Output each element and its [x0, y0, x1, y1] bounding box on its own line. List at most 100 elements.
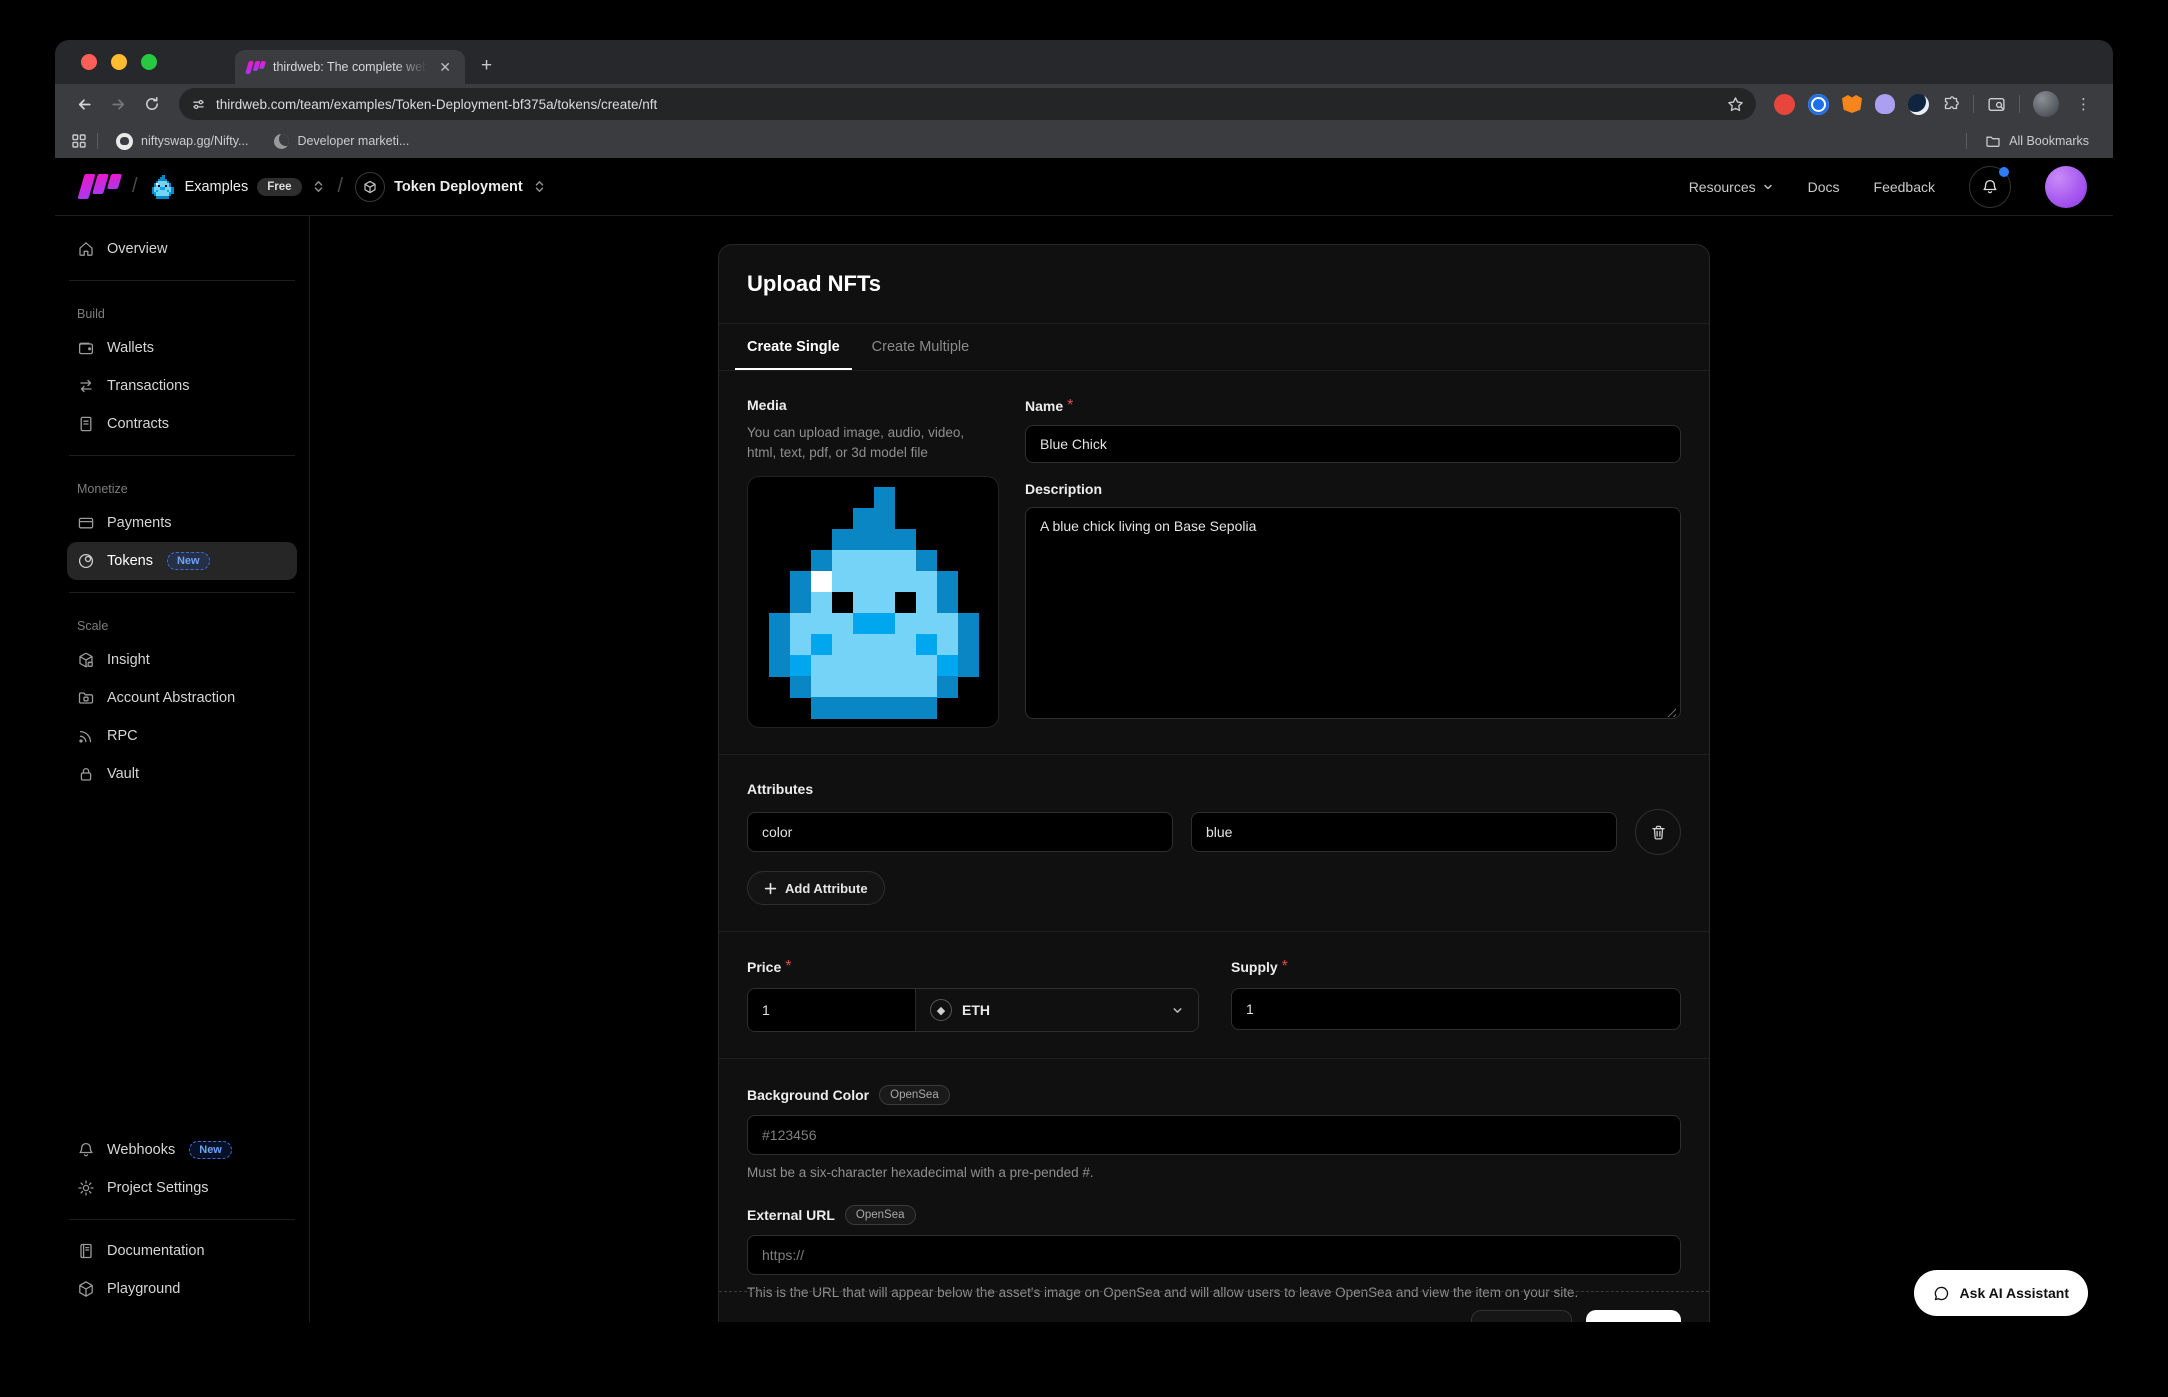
- sidebar: Overview Build Wallets Transactions Cont…: [55, 216, 310, 1322]
- home-icon: [77, 240, 95, 258]
- price-group: ◆ ETH: [747, 988, 1199, 1032]
- notifications-button[interactable]: [1969, 166, 2011, 208]
- breadcrumb-separator: /: [338, 175, 344, 198]
- form-footer: Back Next: [719, 1291, 1709, 1322]
- next-button[interactable]: Next: [1586, 1310, 1681, 1322]
- price-label: Price: [747, 959, 781, 975]
- bookmark-niftyswap[interactable]: niftyswap.gg/Nifty...: [108, 130, 256, 153]
- phantom-icon[interactable]: [1875, 94, 1895, 114]
- attributes-label: Attributes: [747, 781, 1681, 797]
- sidebar-item-insight[interactable]: Insight: [67, 641, 297, 679]
- external-url-label: External URL: [747, 1207, 835, 1223]
- sidebar-item-tokens[interactable]: Tokens New: [67, 542, 297, 580]
- bookmarks-divider: [1966, 133, 1967, 149]
- browser-profile-avatar[interactable]: [2033, 91, 2059, 117]
- nft-pixel-art: [748, 487, 999, 718]
- currency-select[interactable]: ◆ ETH: [916, 989, 1198, 1031]
- sidebar-item-transactions[interactable]: Transactions: [67, 367, 297, 405]
- apps-grid-icon[interactable]: [71, 133, 87, 149]
- side-search-icon[interactable]: [1987, 95, 2006, 114]
- sidebar-item-documentation[interactable]: Documentation: [67, 1232, 297, 1270]
- all-bookmarks-button[interactable]: All Bookmarks: [1977, 130, 2097, 152]
- sidebar-divider: [69, 280, 295, 281]
- bookmark-star-icon[interactable]: [1727, 96, 1744, 113]
- project-switcher-icon[interactable]: [532, 179, 547, 194]
- cube-icon: [77, 1280, 95, 1298]
- insight-cube-icon: [77, 651, 95, 669]
- folder-icon: [1985, 133, 2001, 149]
- new-badge: New: [167, 552, 210, 570]
- add-attribute-button[interactable]: Add Attribute: [747, 871, 885, 905]
- delete-attribute-button[interactable]: [1635, 809, 1681, 855]
- opensea-section: Background Color OpenSea Must be a six-c…: [719, 1059, 1709, 1322]
- maximize-window-button[interactable]: [141, 54, 157, 70]
- credit-card-icon: [77, 514, 95, 532]
- sidebar-item-webhooks[interactable]: Webhooks New: [67, 1131, 297, 1169]
- description-textarea[interactable]: A blue chick living on Base Sepolia: [1025, 507, 1681, 719]
- back-icon[interactable]: [69, 89, 99, 119]
- trash-icon: [1650, 824, 1667, 841]
- project-icon: [355, 172, 385, 202]
- attribute-name-input[interactable]: [747, 812, 1173, 852]
- price-supply-section: Price * ◆ ETH: [719, 932, 1709, 1059]
- name-input[interactable]: [1025, 425, 1681, 463]
- opensea-badge: OpenSea: [845, 1205, 916, 1225]
- minimize-window-button[interactable]: [111, 54, 127, 70]
- account-avatar[interactable]: [2045, 166, 2087, 208]
- url-bar[interactable]: thirdweb.com/team/examples/Token-Deploym…: [179, 88, 1756, 120]
- bookmark-developer-marketing[interactable]: Developer marketi...: [266, 131, 417, 152]
- media-upload-preview[interactable]: [747, 476, 999, 728]
- new-tab-button[interactable]: +: [481, 55, 492, 77]
- browser-toolbar: thirdweb.com/team/examples/Token-Deploym…: [55, 84, 2113, 124]
- description-label: Description: [1025, 481, 1681, 497]
- sidebar-item-playground[interactable]: Playground: [67, 1270, 297, 1308]
- chrome-menu-icon[interactable]: ⋮: [2072, 95, 2095, 113]
- back-button[interactable]: Back: [1471, 1310, 1572, 1322]
- supply-input[interactable]: [1231, 988, 1681, 1030]
- browser-window: thirdweb: The complete web3 ✕ + thirdweb…: [55, 40, 2113, 1322]
- plan-badge: Free: [257, 178, 301, 196]
- wallet-icon: [77, 339, 95, 357]
- tab-create-single[interactable]: Create Single: [735, 324, 852, 370]
- metamask-icon[interactable]: [1842, 95, 1862, 113]
- tab-create-multiple[interactable]: Create Multiple: [860, 324, 982, 370]
- forward-icon[interactable]: [103, 89, 133, 119]
- nav-feedback[interactable]: Feedback: [1874, 179, 1935, 195]
- background-color-input[interactable]: [747, 1115, 1681, 1155]
- extensions-row: ⋮: [1768, 91, 2101, 117]
- eth-icon: ◆: [930, 999, 952, 1021]
- breadcrumb-team[interactable]: Examples Free: [150, 175, 326, 199]
- tab-close-icon[interactable]: ✕: [435, 58, 455, 76]
- extension-red-icon[interactable]: [1774, 94, 1795, 115]
- browser-tab[interactable]: thirdweb: The complete web3 ✕: [235, 50, 465, 84]
- bookmarks-bar: niftyswap.gg/Nifty... Developer marketi.…: [55, 124, 2113, 158]
- site-settings-icon[interactable]: [191, 97, 206, 112]
- nav-resources[interactable]: Resources: [1689, 179, 1774, 195]
- extension-wallet-icon[interactable]: [1908, 94, 1929, 115]
- sidebar-item-contracts[interactable]: Contracts: [67, 405, 297, 443]
- sidebar-divider: [69, 455, 295, 456]
- gear-icon: [77, 1179, 95, 1197]
- sidebar-item-project-settings[interactable]: Project Settings: [67, 1169, 297, 1207]
- sidebar-item-wallets[interactable]: Wallets: [67, 329, 297, 367]
- required-marker: *: [1282, 958, 1288, 976]
- sidebar-item-rpc[interactable]: RPC: [67, 717, 297, 755]
- sidebar-item-payments[interactable]: Payments: [67, 504, 297, 542]
- external-url-input[interactable]: [747, 1235, 1681, 1275]
- main-content: Upload NFTs Create Single Create Multipl…: [310, 216, 2113, 1322]
- price-input[interactable]: [748, 989, 916, 1031]
- close-window-button[interactable]: [81, 54, 97, 70]
- sidebar-item-overview[interactable]: Overview: [67, 230, 297, 268]
- sidebar-item-account-abstraction[interactable]: Account Abstraction: [67, 679, 297, 717]
- reload-icon[interactable]: [137, 89, 167, 119]
- nav-docs[interactable]: Docs: [1808, 179, 1840, 195]
- ask-ai-assistant-button[interactable]: Ask AI Assistant: [1914, 1270, 2088, 1316]
- extension-blue-icon[interactable]: [1808, 94, 1829, 115]
- team-switcher-icon[interactable]: [311, 179, 326, 194]
- attribute-value-input[interactable]: [1191, 812, 1617, 852]
- thirdweb-logo[interactable]: [81, 174, 120, 199]
- extensions-puzzle-icon[interactable]: [1942, 95, 1960, 113]
- attributes-section: Attributes Add Attribute: [719, 755, 1709, 932]
- breadcrumb-project[interactable]: Token Deployment: [355, 172, 547, 202]
- sidebar-item-vault[interactable]: Vault: [67, 755, 297, 793]
